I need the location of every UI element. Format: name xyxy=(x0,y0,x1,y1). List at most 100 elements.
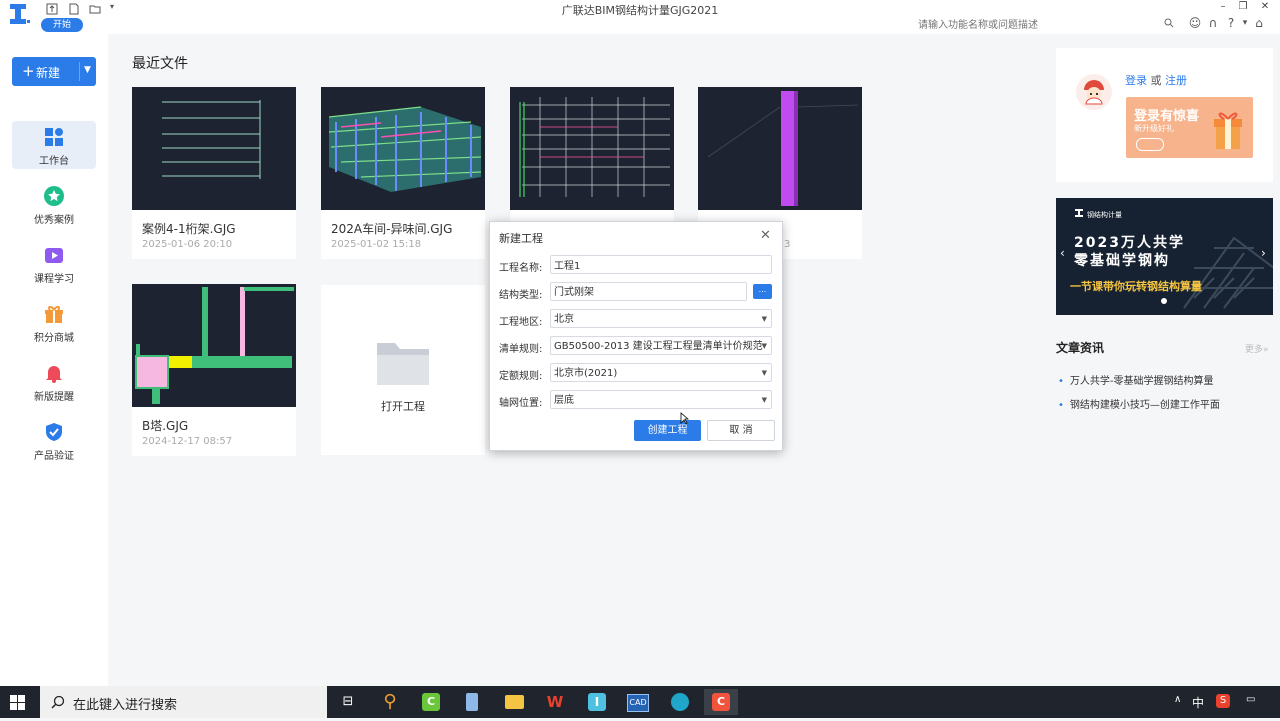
user-face-icon[interactable]: ☺ xyxy=(1188,16,1202,30)
bill-rule-select[interactable]: GB50500-2013 建设工程工程量清单计价规范 ▼ xyxy=(550,336,772,355)
carousel-prev-icon[interactable]: ‹ xyxy=(1060,246,1065,260)
close-icon[interactable]: ✕ xyxy=(760,228,771,243)
sidebar-item-verification[interactable]: 产品验证 xyxy=(12,416,96,464)
promo-banner[interactable]: 登录有惊喜 新升级好礼 xyxy=(1126,97,1253,158)
start-badge[interactable]: 开始 xyxy=(41,18,83,32)
skin-icon[interactable]: ⌂ xyxy=(1252,16,1266,30)
news-item[interactable]: • 钢结构建模小技巧—创建工作平面 xyxy=(1058,396,1220,411)
bullet-icon: • xyxy=(1058,400,1064,411)
open-folder-icon[interactable] xyxy=(89,3,101,15)
close-window-icon[interactable]: ✕ xyxy=(1258,1,1272,13)
project-name-field[interactable] xyxy=(550,255,772,274)
project-name-input[interactable] xyxy=(554,256,771,273)
sidebar-item-label: 积分商城 xyxy=(34,333,74,344)
field-value: 北京市(2021) xyxy=(554,368,618,379)
file-thumbnail xyxy=(698,87,862,210)
help-icon[interactable]: ? xyxy=(1224,16,1238,30)
carousel-next-icon[interactable]: › xyxy=(1261,246,1266,260)
recent-file-card[interactable]: 案例4-1桁架.GJG 2025-01-06 20:10 xyxy=(132,87,296,259)
file-name: 202A车间-异味间.GJG xyxy=(331,222,453,236)
minimize-icon[interactable]: – xyxy=(1216,1,1230,13)
headset-icon[interactable]: ∩ xyxy=(1206,16,1220,30)
field-label: 轴网位置: xyxy=(499,398,543,409)
app-logo-icon[interactable] xyxy=(8,2,30,26)
file-date: 3 xyxy=(784,239,791,250)
field-value: 北京 xyxy=(554,314,574,325)
file-thumbnail xyxy=(132,284,296,407)
browse-button[interactable]: ... xyxy=(753,284,772,299)
new-project-button[interactable]: + 新建 ▼ xyxy=(12,57,96,86)
recent-file-card[interactable]: 202A车间-异味间.GJG 2025-01-02 15:18 xyxy=(321,87,485,259)
login-link[interactable]: 登录 xyxy=(1125,74,1147,87)
avatar xyxy=(1076,74,1112,110)
banner-line1: 2023万人共学 xyxy=(1074,235,1185,251)
new-file-icon[interactable] xyxy=(68,3,80,15)
promo-subtitle: 新升级好礼 xyxy=(1134,124,1174,133)
sidebar-item-courses[interactable]: 课程学习 xyxy=(12,239,96,287)
shield-icon xyxy=(46,423,62,441)
login-or-text: 或 xyxy=(1150,74,1162,87)
new-dropdown-icon[interactable]: ▼ xyxy=(84,65,91,75)
region-select[interactable]: 北京 ▼ xyxy=(550,309,772,328)
chevron-down-icon: ▼ xyxy=(761,369,767,377)
sidebar-item-cases[interactable]: 优秀案例 xyxy=(12,180,96,228)
carousel-dot[interactable] xyxy=(1161,298,1167,304)
file-name: B塔.GJG xyxy=(142,419,189,433)
recent-file-card[interactable]: B塔.GJG 2024-12-17 08:57 xyxy=(132,284,296,456)
recorder-app-icon[interactable]: C xyxy=(704,689,738,715)
edge-icon[interactable] xyxy=(663,689,697,715)
chevron-down-icon: ▼ xyxy=(761,315,767,323)
cancel-button[interactable]: 取 消 xyxy=(707,420,775,441)
cad-app-icon[interactable]: CAD xyxy=(621,689,655,715)
sidebar-item-label: 新版提醒 xyxy=(34,392,74,403)
taskbar-search-box[interactable]: 在此键入进行搜索 xyxy=(40,686,327,718)
tray-overflow-icon[interactable]: ∧ xyxy=(1174,694,1181,705)
notification-icon[interactable]: ▭ xyxy=(1246,694,1255,705)
plus-icon: + xyxy=(22,62,35,80)
file-icon[interactable] xyxy=(455,689,489,715)
create-project-button[interactable]: 创建工程 xyxy=(634,420,701,441)
sogou-ime-icon[interactable]: S xyxy=(1216,694,1230,708)
magnifier-app-icon[interactable]: ⚲ xyxy=(373,689,407,715)
sidebar-item-points-mall[interactable]: 积分商城 xyxy=(12,298,96,346)
sidebar-item-workbench[interactable]: 工作台 xyxy=(12,121,96,169)
camtasia-icon[interactable]: C xyxy=(414,689,448,715)
open-project-label: 打开工程 xyxy=(381,400,425,413)
sidebar-item-label: 产品验证 xyxy=(34,451,74,462)
news-item[interactable]: • 万人共学-零基础学握钢结构算量 xyxy=(1058,372,1214,387)
chevron-down-icon: ▼ xyxy=(761,342,767,350)
glodon-app-icon[interactable]: I xyxy=(580,689,614,715)
register-link[interactable]: 注册 xyxy=(1165,74,1187,87)
field-label: 工程地区: xyxy=(499,317,543,328)
wps-icon[interactable]: W xyxy=(538,689,572,715)
sidebar-item-label: 工作台 xyxy=(39,156,69,167)
quota-rule-select[interactable]: 北京市(2021) ▼ xyxy=(550,363,772,382)
search-icon[interactable] xyxy=(1164,18,1174,28)
function-search-input[interactable] xyxy=(916,15,1182,35)
help-dropdown-icon[interactable]: ▾ xyxy=(1238,16,1252,30)
file-name: 案例4-1桁架.GJG xyxy=(142,222,236,236)
folder-icon xyxy=(377,343,429,385)
task-view-icon[interactable]: ⊟ xyxy=(331,689,365,715)
sidebar-item-updates[interactable]: 新版提醒 xyxy=(12,357,96,405)
banner-brand: 钢结构计量 xyxy=(1087,211,1122,219)
structure-type-field[interactable]: 门式刚架 xyxy=(550,282,747,301)
restore-icon[interactable]: ❐ xyxy=(1236,1,1250,13)
news-more-link[interactable]: 更多» xyxy=(1245,342,1269,355)
field-label: 定额规则: xyxy=(499,371,543,382)
bell-icon xyxy=(46,366,62,383)
export-icon[interactable] xyxy=(46,3,58,15)
grid-position-select[interactable]: 层底 ▼ xyxy=(550,390,772,409)
open-project-card[interactable]: 打开工程 xyxy=(321,285,485,455)
chevron-down-icon: ▼ xyxy=(761,396,767,404)
news-section-title: 文章资讯 xyxy=(1056,341,1105,355)
quick-access-dropdown-icon[interactable]: ▾ xyxy=(110,2,114,11)
folder-icon[interactable] xyxy=(497,689,531,715)
field-label: 工程名称: xyxy=(499,263,543,274)
new-button-label: 新建 xyxy=(36,66,61,80)
windows-start-icon[interactable] xyxy=(10,695,25,710)
promo-carousel[interactable]: 钢结构计量 2023万人共学 零基础学钢构 一节课带你玩转钢结构算量 ‹ › xyxy=(1056,198,1273,315)
news-item-label: 万人共学-零基础学握钢结构算量 xyxy=(1069,376,1214,387)
ime-indicator[interactable]: 中 xyxy=(1192,694,1204,711)
search-icon xyxy=(51,695,65,709)
